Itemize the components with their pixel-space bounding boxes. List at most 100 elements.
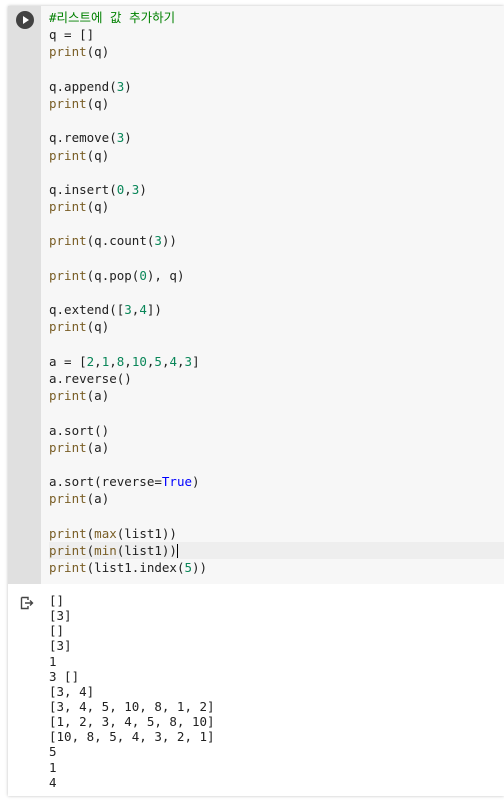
code-line[interactable] (49, 215, 504, 232)
code-token: (list1)) (116, 525, 177, 541)
code-token: , (94, 353, 102, 369)
code-line[interactable]: a = [2,1,8,10,5,4,3] (49, 353, 504, 370)
cell-output: [] [3][] [3] 1 3 [] [3, 4] [3, 4, 5, 10, 8, 1,… (8, 584, 504, 796)
code-line[interactable]: q = [] (49, 26, 504, 43)
code-token: (q) (86, 199, 110, 215)
code-token: 3 (184, 353, 193, 369)
code-line[interactable]: print(list1.index(5)) (49, 559, 504, 576)
code-line[interactable]: print(q.count(3)) (49, 232, 504, 249)
code-token: print (49, 199, 87, 215)
code-line[interactable]: q.insert(0,3) (49, 181, 504, 198)
code-token: print (49, 147, 87, 163)
code-token: (a) (86, 491, 110, 507)
code-token: q.extend([ (49, 302, 125, 318)
code-token: ]) (146, 302, 162, 318)
code-line[interactable] (49, 336, 504, 353)
code-token: ) (192, 474, 200, 490)
code-token: 3 (154, 233, 162, 249)
code-line[interactable] (49, 61, 504, 78)
code-token: (q.pop( (86, 267, 140, 283)
output-arrow-icon[interactable] (20, 596, 34, 610)
output-line: [1, 2, 3, 4, 5, 8, 10] (49, 714, 215, 730)
code-line[interactable]: print(q) (49, 198, 504, 215)
code-token: ) (124, 130, 132, 146)
code-token: print (49, 44, 87, 60)
code-token: (list1)) (116, 542, 177, 558)
code-line[interactable] (49, 164, 504, 181)
code-token: 4 (139, 302, 147, 318)
code-token: ), q) (146, 267, 185, 283)
code-token: min (94, 542, 117, 558)
code-token: True (161, 474, 192, 490)
output-line: [3] (49, 638, 72, 654)
code-token: 5 (184, 560, 193, 575)
output-line: [10, 8, 5, 4, 3, 2, 1] (49, 729, 215, 745)
code-token: ) (124, 78, 132, 94)
code-token: , (177, 353, 185, 369)
code-token: (q) (86, 147, 110, 163)
code-token: 4 (169, 353, 178, 369)
text-cursor (176, 544, 178, 559)
code-token: a.reverse() (49, 370, 132, 386)
code-token: 10 (131, 353, 147, 369)
code-token: (a) (86, 439, 110, 455)
code-token: print (49, 233, 87, 249)
output-line: [] (49, 593, 65, 608)
code-token: (q.count( (86, 233, 155, 249)
code-token: 0 (139, 267, 147, 283)
code-line[interactable]: a.sort() (49, 422, 504, 439)
code-line[interactable] (49, 112, 504, 129)
code-line[interactable] (49, 250, 504, 267)
code-line[interactable] (49, 404, 504, 421)
code-line[interactable] (49, 284, 504, 301)
output-line: 1 (49, 653, 57, 669)
code-line[interactable]: print(q) (49, 95, 504, 112)
output-line: [] (49, 623, 65, 639)
code-token: print (49, 439, 87, 455)
code-line[interactable]: print(q) (49, 147, 504, 164)
code-token: max (94, 525, 117, 541)
code-token: q.append( (49, 78, 117, 94)
output-line: [3, 4, 5, 10, 8, 1, 2] (49, 698, 215, 714)
code-token: ) (139, 181, 147, 197)
code-line[interactable]: print(max(list1)) (49, 525, 504, 542)
code-line[interactable]: print(a) (49, 439, 504, 456)
code-token: print (49, 560, 87, 575)
code-line[interactable]: print(q) (49, 318, 504, 335)
code-token: print (49, 388, 87, 404)
code-line[interactable] (49, 507, 504, 524)
code-token: print (49, 95, 87, 111)
cell-gutter (8, 6, 41, 584)
code-token: (q) (86, 319, 110, 335)
code-lines[interactable]: #리스트에 값 추가하기 q = [] print(q) q.append(3) pr… (49, 9, 504, 576)
code-token: (list1.index( (86, 560, 185, 575)
code-token: (q) (86, 95, 110, 111)
code-line[interactable]: q.append(3) (49, 78, 504, 95)
code-line[interactable]: q.extend([3,4]) (49, 301, 504, 318)
code-token: (q) (86, 44, 110, 60)
code-line[interactable]: #리스트에 값 추가하기 (49, 9, 504, 26)
code-token: , (124, 181, 132, 197)
code-token: q.remove( (49, 130, 117, 146)
code-token: q = [] (49, 27, 95, 43)
code-editor[interactable]: #리스트에 값 추가하기 q = [] print(q) q.append(3) pr… (41, 6, 504, 584)
code-line[interactable]: print(a) (49, 387, 504, 404)
code-line[interactable]: print(q) (49, 43, 504, 60)
code-line[interactable]: print(a) (49, 490, 504, 507)
code-token: a.sort() (49, 422, 110, 438)
code-token: print (49, 525, 87, 541)
code-line[interactable]: a.sort(reverse=True) (49, 473, 504, 490)
code-line[interactable]: a.reverse() (49, 370, 504, 387)
code-token: , (109, 353, 117, 369)
code-token: 3 (124, 302, 132, 318)
code-line[interactable]: print(min(list1)) (49, 541, 504, 559)
code-token: print (49, 491, 87, 507)
run-cell-button[interactable] (16, 11, 34, 29)
code-line[interactable] (49, 456, 504, 473)
notebook-cell: #리스트에 값 추가하기 q = [] print(q) q.append(3) pr… (8, 6, 504, 796)
code-token: (a) (86, 388, 110, 404)
code-token: a.sort(reverse= (49, 474, 162, 490)
code-line[interactable]: print(q.pop(0), q) (49, 267, 504, 284)
output-line: [3, 4] (49, 683, 95, 699)
code-line[interactable]: q.remove(3) (49, 129, 504, 146)
